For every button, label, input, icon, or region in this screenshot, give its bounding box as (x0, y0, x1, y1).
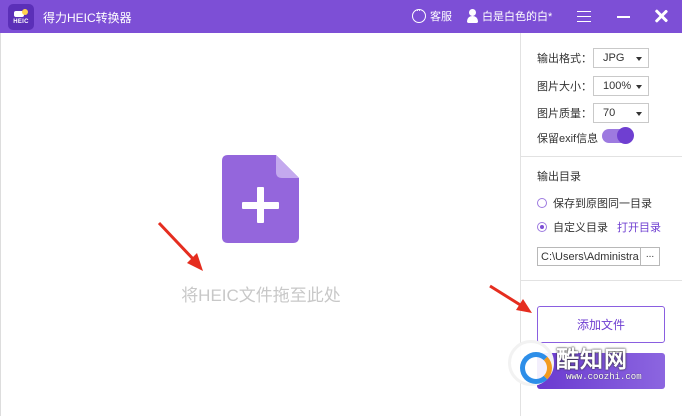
radio-same-folder[interactable]: 保存到原图同一目录 (537, 195, 652, 211)
format-label: 输出格式： (537, 53, 592, 65)
user-icon (466, 9, 478, 23)
quality-label: 图片质量： (537, 108, 592, 120)
divider (521, 280, 682, 281)
radio-custom-folder[interactable]: 自定义目录 打开目录 (537, 219, 661, 235)
size-label: 图片大小： (537, 81, 592, 93)
minimize-icon[interactable] (617, 16, 630, 18)
radio-same-folder-label: 保存到原图同一目录 (553, 198, 652, 210)
output-heading-row: 输出目录 (537, 168, 581, 184)
watermark-logo-icon (508, 340, 554, 386)
radio-custom-folder-label: 自定义目录 (553, 222, 608, 234)
app-title: 得力HEIC转换器 (43, 11, 132, 25)
watermark: 酷知网 www.coozhi.com (508, 336, 660, 396)
add-file-icon[interactable] (222, 155, 299, 243)
toggle-knob (617, 127, 634, 144)
radio-checked-icon[interactable] (537, 222, 547, 232)
format-select[interactable]: JPG (593, 48, 649, 68)
user-name: 白是白色的白* (482, 11, 553, 23)
camera-icon (14, 9, 28, 18)
exif-toggle[interactable] (602, 127, 634, 144)
customer-service-label: 客服 (430, 11, 452, 23)
format-row: 输出格式： (537, 50, 592, 66)
logo-text: HEIC (13, 19, 29, 25)
divider (521, 156, 682, 157)
size-row: 图片大小： (537, 78, 592, 94)
open-folder-link[interactable]: 打开目录 (617, 219, 661, 235)
quality-row: 图片质量： (537, 105, 592, 121)
browse-button[interactable]: ... (641, 247, 660, 266)
radio-unchecked-icon[interactable] (537, 198, 547, 208)
file-drop-zone[interactable]: 将HEIC文件拖至此处 (0, 33, 520, 416)
title-bar: HEIC 得力HEIC转换器 客服 白是白色的白* (0, 0, 682, 33)
size-select[interactable]: 100% (593, 76, 649, 96)
exif-row: 保留exif信息 (537, 130, 598, 146)
menu-icon[interactable] (577, 11, 591, 22)
annotation-arrow-icon (157, 221, 203, 271)
watermark-brand: 酷知网 (556, 347, 628, 373)
customer-service-button[interactable]: 客服 (412, 5, 452, 24)
quality-select[interactable]: 70 (593, 103, 649, 123)
output-path-field[interactable]: C:\Users\Administra (537, 247, 641, 266)
chat-icon (412, 5, 426, 23)
close-icon[interactable] (653, 8, 669, 24)
app-logo: HEIC (8, 4, 34, 30)
user-account-button[interactable]: 白是白色的白* (466, 8, 552, 24)
exif-label: 保留exif信息 (537, 133, 599, 145)
annotation-arrow-icon (489, 284, 532, 313)
watermark-url: www.coozhi.com (566, 372, 642, 382)
drop-hint: 将HEIC文件拖至此处 (181, 286, 341, 305)
output-heading: 输出目录 (537, 171, 581, 183)
